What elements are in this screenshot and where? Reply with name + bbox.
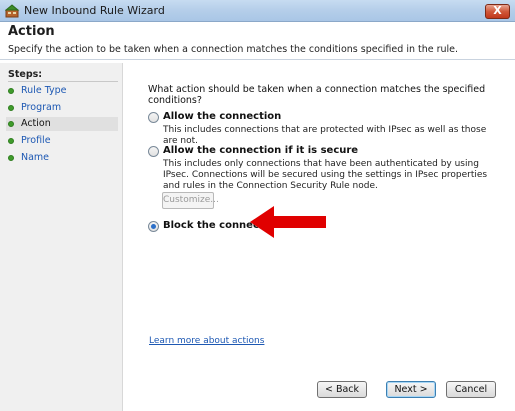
steps-heading: Steps:	[8, 69, 43, 80]
step-bullet-icon	[8, 155, 14, 161]
steps-pane: Steps: Rule Type Program Action Profile …	[0, 63, 123, 411]
step-name[interactable]: Name	[6, 151, 118, 165]
learn-more-link[interactable]: Learn more about actions	[149, 336, 264, 346]
allow-radio[interactable]	[148, 112, 159, 123]
option-label[interactable]: Allow the connection if it is secure	[163, 145, 358, 156]
next-button[interactable]: Next >	[386, 381, 436, 398]
step-label: Profile	[21, 135, 51, 146]
step-label: Action	[21, 118, 51, 129]
back-button[interactable]: < Back	[317, 381, 367, 398]
firewall-icon	[5, 4, 20, 18]
window-title: New Inbound Rule Wizard	[24, 4, 165, 17]
customize-button[interactable]: Customize...	[162, 192, 219, 209]
step-program[interactable]: Program	[6, 101, 118, 115]
cancel-button[interactable]: Cancel	[446, 381, 496, 398]
step-bullet-icon	[8, 138, 14, 144]
red-arrow-icon	[250, 206, 326, 238]
block-radio[interactable]	[148, 221, 159, 232]
step-label: Rule Type	[21, 85, 67, 96]
step-label: Program	[21, 102, 62, 113]
close-button[interactable]: X	[485, 4, 510, 19]
step-label: Name	[21, 152, 50, 163]
wizard-header: Action Specify the action to be taken wh…	[0, 22, 515, 60]
step-action[interactable]: Action	[6, 117, 118, 131]
content-pane: What action should be taken when a conne…	[124, 63, 515, 411]
step-profile[interactable]: Profile	[6, 134, 118, 148]
allow-secure-radio[interactable]	[148, 146, 159, 157]
page-description: Specify the action to be taken when a co…	[8, 44, 459, 55]
step-bullet-icon	[8, 88, 14, 94]
page-title: Action	[8, 24, 55, 39]
option-description: This includes only connections that have…	[163, 159, 488, 191]
title-bar: New Inbound Rule Wizard X	[0, 0, 515, 22]
step-rule-type[interactable]: Rule Type	[6, 84, 118, 98]
step-bullet-icon	[8, 121, 14, 127]
steps-divider	[8, 81, 118, 82]
step-bullet-icon	[8, 105, 14, 111]
close-icon: X	[493, 4, 502, 17]
action-question: What action should be taken when a conne…	[148, 84, 486, 106]
option-label[interactable]: Allow the connection	[163, 111, 281, 122]
option-description: This includes connections that are prote…	[163, 125, 487, 146]
